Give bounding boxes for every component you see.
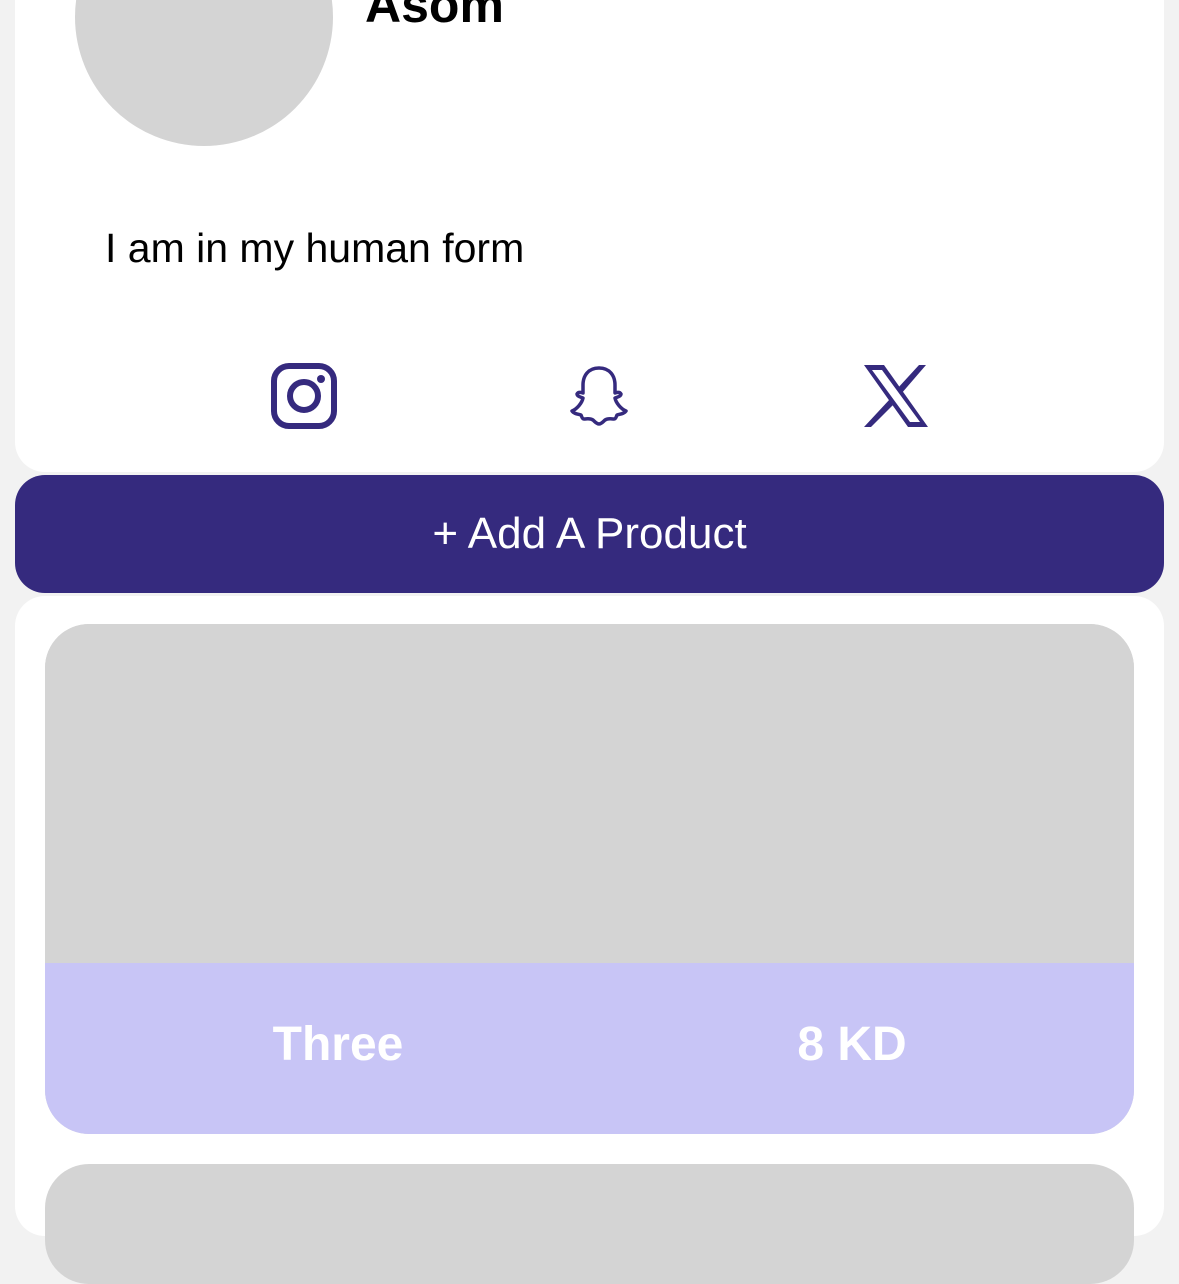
product-footer: Three 8 KD [45, 963, 1134, 1134]
x-icon[interactable] [862, 362, 930, 430]
snapchat-icon[interactable] [565, 362, 633, 430]
instagram-icon[interactable] [270, 362, 338, 430]
profile-bio: I am in my human form [105, 225, 525, 271]
add-product-button[interactable]: + Add A Product [15, 475, 1164, 593]
product-price: 8 KD [797, 1018, 907, 1071]
product-image [45, 624, 1134, 963]
product-name: Three [272, 1018, 404, 1071]
profile-name: Asom [365, 0, 504, 33]
product-card[interactable] [45, 1164, 1134, 1284]
product-card[interactable]: Three 8 KD [45, 624, 1134, 1134]
